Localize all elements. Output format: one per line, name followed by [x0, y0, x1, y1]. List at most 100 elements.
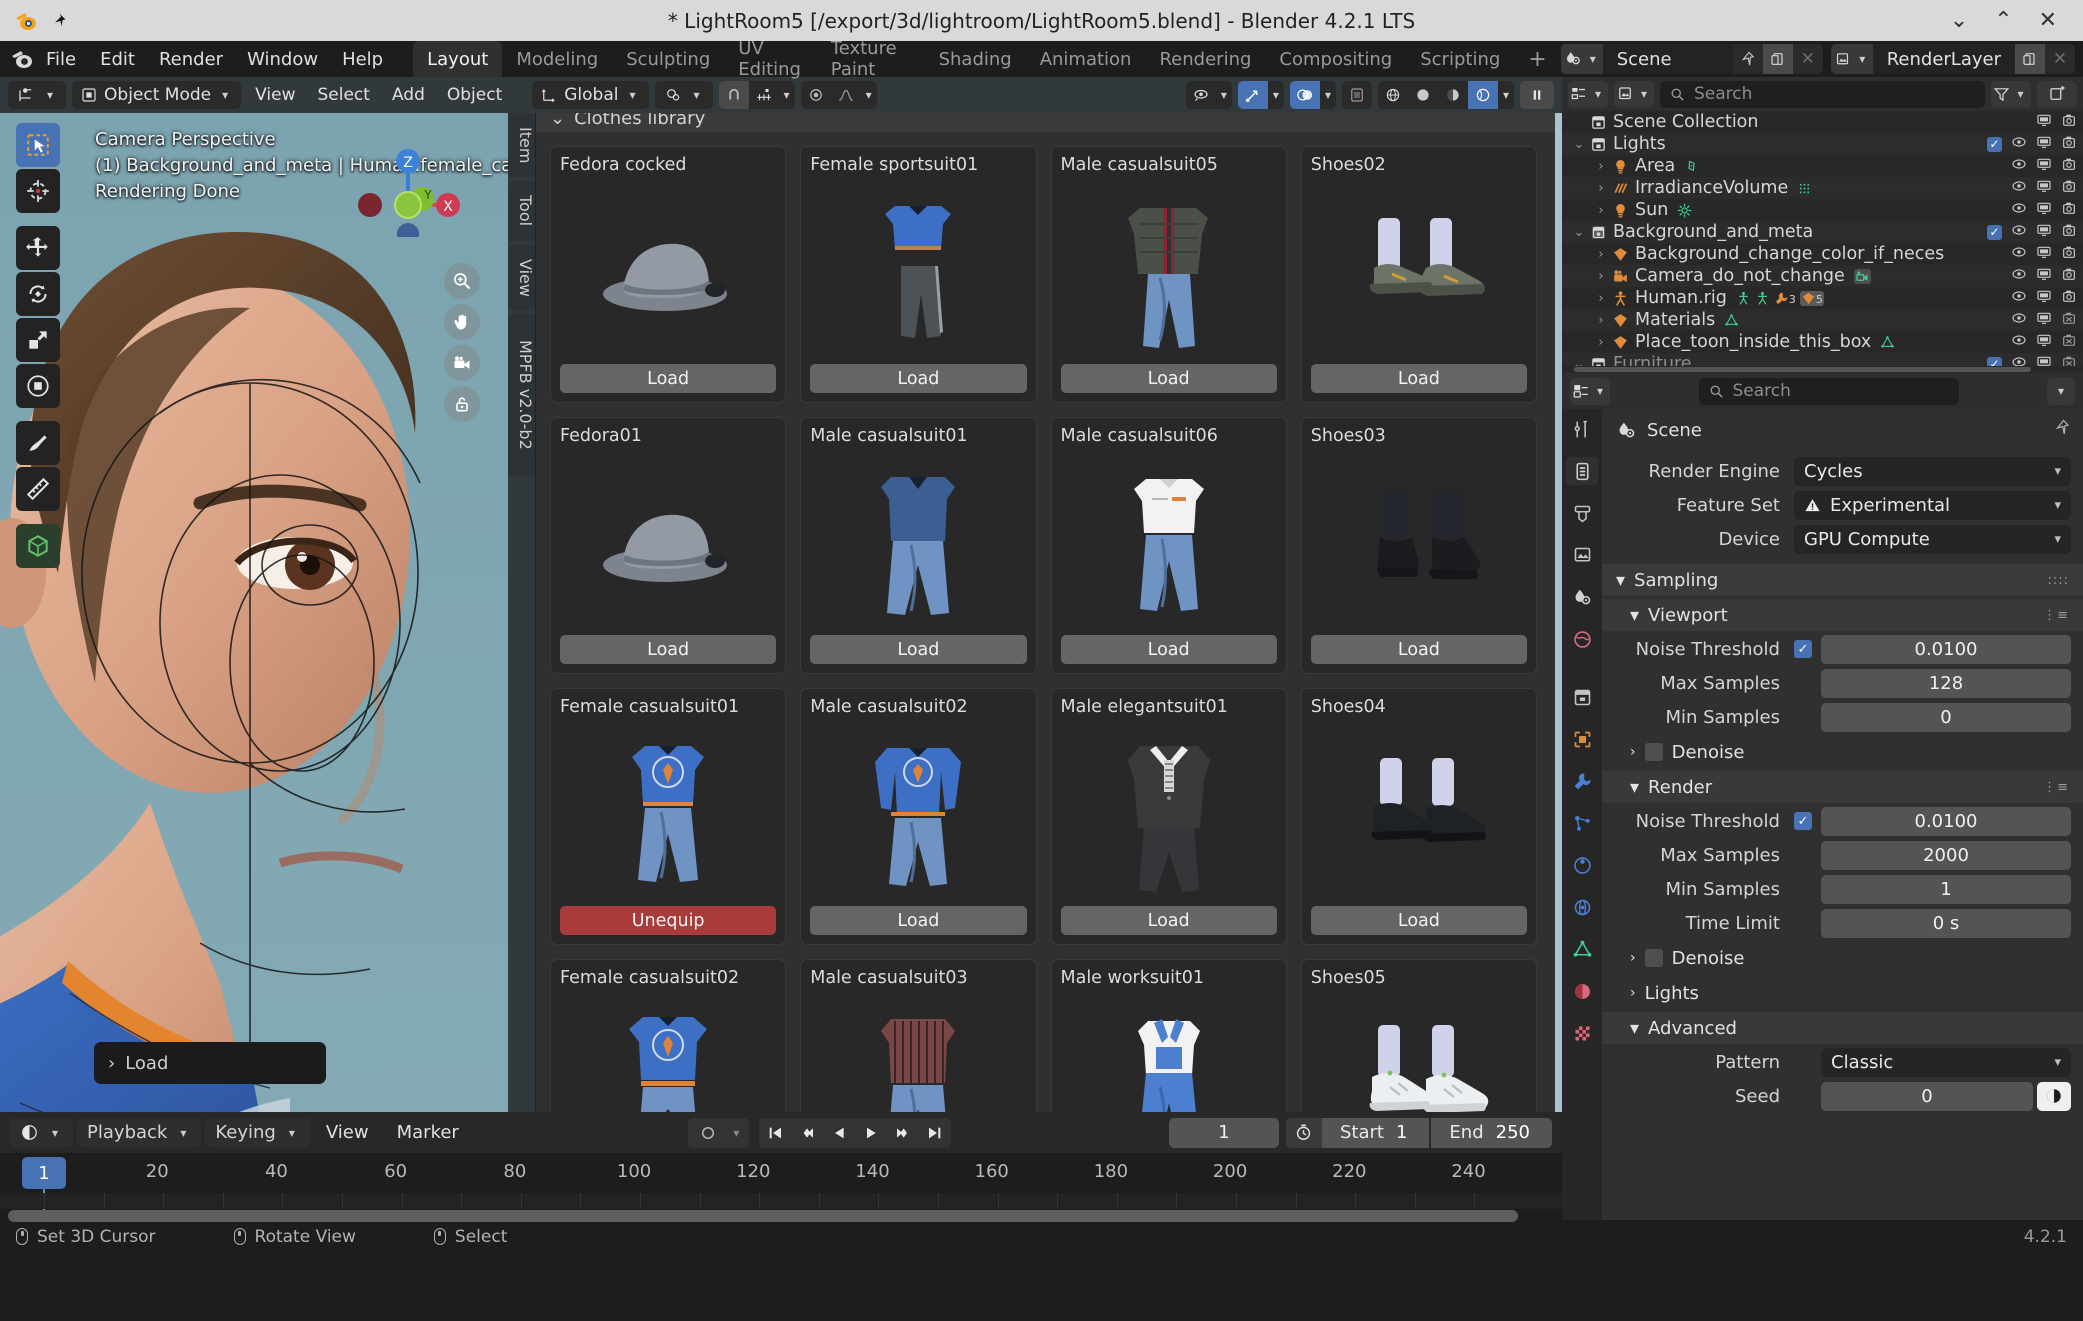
clothes-item-unequip-button[interactable]: Unequip — [560, 906, 777, 935]
tab-world-properties[interactable] — [1566, 625, 1598, 653]
perspective-lock-icon[interactable] — [444, 386, 480, 422]
outliner-disclosure-arrow[interactable]: › — [1592, 269, 1610, 284]
hide-viewport-eye-icon[interactable] — [2011, 244, 2027, 265]
disable-in-viewports-icon[interactable] — [2036, 288, 2052, 309]
disable-in-viewports-icon[interactable] — [2036, 266, 2052, 287]
tab-constraint-properties[interactable] — [1566, 893, 1598, 921]
outliner-filter-icon[interactable]: ▾ — [1991, 80, 2031, 108]
scene-selector[interactable]: ▾ Scene ✕ — [1560, 44, 1823, 74]
device-dropdown[interactable]: GPU Compute ▾ — [1794, 524, 2071, 554]
outliner-search-input[interactable]: Search — [1660, 80, 1985, 108]
outliner-exclude-checkbox[interactable]: ✓ — [1987, 224, 2002, 240]
outliner-display-mode-icon[interactable]: ▾ — [1614, 80, 1654, 108]
outliner-row[interactable]: › Background_change_color_if_neces — [1562, 243, 2083, 265]
disable-in-viewports-icon[interactable] — [2036, 156, 2052, 177]
outliner-row[interactable]: ⌄ Lights ✓ — [1562, 133, 2083, 155]
timeline-track[interactable] — [0, 1193, 1562, 1209]
tab-material-properties[interactable] — [1566, 977, 1598, 1005]
current-frame-field[interactable]: 1 — [1168, 1117, 1279, 1148]
outliner-disclosure-arrow[interactable]: › — [1592, 291, 1610, 306]
feature-set-dropdown[interactable]: Experimental ▾ — [1794, 490, 2071, 520]
vertical-splitter[interactable] — [1555, 113, 1562, 1112]
rendered-shading-icon[interactable] — [1467, 81, 1498, 109]
npanel-tab-tool[interactable]: Tool — [508, 181, 535, 241]
tab-object-properties[interactable] — [1566, 725, 1598, 753]
disable-in-viewports-icon[interactable] — [2036, 178, 2052, 199]
viewport-max-samples-value[interactable]: 128 — [1821, 668, 2071, 698]
properties-search-input[interactable]: Search — [1698, 377, 1959, 405]
editor-type-selector[interactable]: ▾ — [8, 81, 67, 109]
use-preview-range-icon[interactable] — [1285, 1117, 1322, 1148]
outliner-horizontal-scrollbar[interactable] — [1574, 367, 2031, 372]
hide-viewport-eye-icon[interactable] — [2011, 134, 2027, 155]
disable-in-viewports-icon[interactable] — [2036, 200, 2052, 221]
disable-in-renders-icon[interactable] — [2061, 266, 2077, 287]
overlays-icon[interactable] — [1289, 81, 1320, 109]
disable-in-renders-icon[interactable] — [2061, 332, 2077, 353]
snap-pivot-selector[interactable]: ▾ — [654, 81, 713, 109]
tool-select-box[interactable] — [16, 123, 60, 167]
timeline-ruler[interactable]: 20 40 60 80 100 120 140 160 180 200 220 240 1 — [0, 1153, 1562, 1225]
viewport-noise-threshold-value[interactable]: 0.0100 — [1821, 634, 2071, 664]
outliner-row[interactable]: ⌄ Furniture ✓ — [1562, 353, 2083, 366]
clothes-item-load-button[interactable]: Load — [1310, 906, 1527, 935]
timeline-horizontal-scrollbar[interactable] — [8, 1210, 1518, 1222]
disable-in-viewports-icon[interactable] — [2036, 332, 2052, 353]
outliner-row[interactable]: › Sun — [1562, 199, 2083, 221]
disable-in-renders-icon[interactable] — [2061, 310, 2077, 331]
outliner-editor-type-icon[interactable]: ▾ — [1568, 80, 1608, 108]
menu-help[interactable]: Help — [330, 45, 395, 74]
operator-panel-load[interactable]: › Load — [94, 1042, 326, 1084]
outliner-disclosure-arrow[interactable]: ⌄ — [1570, 137, 1588, 152]
timeline-editor-type[interactable]: ▾ — [10, 1118, 74, 1147]
clothes-item-load-button[interactable]: Load — [560, 364, 777, 393]
clothes-item-load-button[interactable]: Load — [1310, 364, 1527, 393]
outliner-exclude-checkbox[interactable]: ✓ — [1987, 356, 2002, 366]
properties-editor-type-icon[interactable]: ▾ — [1570, 377, 1610, 405]
wireframe-shading-icon[interactable] — [1378, 81, 1408, 109]
clothes-item-load-button[interactable]: Load — [1060, 635, 1277, 664]
tab-collection-properties[interactable] — [1566, 683, 1598, 711]
npanel-tab-mpfb[interactable]: MPFB v2.0-b2 — [508, 314, 535, 477]
frame-end-value[interactable]: 250 — [1496, 1122, 1552, 1143]
render-engine-dropdown[interactable]: Cycles ▾ — [1794, 456, 2071, 486]
outliner-disclosure-arrow[interactable]: › — [1592, 181, 1610, 196]
outliner-disclosure-arrow[interactable]: › — [1592, 247, 1610, 262]
tab-particle-properties[interactable] — [1566, 809, 1598, 837]
outliner-disclosure-arrow[interactable]: ⌄ — [1570, 225, 1588, 240]
disable-in-renders-icon[interactable] — [2061, 178, 2077, 199]
hide-viewport-eye-icon[interactable] — [2011, 266, 2027, 287]
viewport-min-samples-value[interactable]: 0 — [1821, 702, 2071, 732]
timeline-marker-menu[interactable]: Marker — [385, 1118, 471, 1147]
tab-view-layer-properties[interactable] — [1566, 541, 1598, 569]
drag-dots-icon[interactable]: :::: — [2047, 573, 2069, 588]
disable-in-viewports-icon[interactable] — [2036, 310, 2052, 331]
npanel-tab-view[interactable]: View — [508, 244, 535, 311]
render-section-header[interactable]: ▾ Render ⋮≡ — [1602, 771, 2083, 803]
render-time-limit-value[interactable]: 0 s — [1821, 908, 2071, 938]
next-keyframe-button[interactable] — [887, 1118, 919, 1148]
tool-annotate[interactable] — [16, 421, 60, 465]
seed-animate-icon[interactable] — [2037, 1081, 2071, 1111]
tab-output-properties[interactable] — [1566, 499, 1598, 527]
view-layer-unlink-button[interactable]: ✕ — [2045, 44, 2075, 74]
outliner-row[interactable]: Scene Collection — [1562, 111, 2083, 133]
viewport-noise-threshold-checkbox[interactable]: ✓ — [1794, 640, 1812, 658]
npanel-tab-item[interactable]: Item — [508, 113, 535, 178]
jump-to-start-button[interactable] — [759, 1118, 791, 1148]
object-visibility-icon[interactable] — [1186, 81, 1216, 109]
outliner-disclosure-arrow[interactable]: ⌄ — [1570, 357, 1588, 367]
advanced-section-header[interactable]: ▾ Advanced — [1602, 1012, 2083, 1044]
sampling-section-header[interactable]: ▾ Sampling :::: — [1602, 564, 2083, 596]
tab-rendering[interactable]: Rendering — [1145, 41, 1265, 77]
hide-viewport-eye-icon[interactable] — [2011, 288, 2027, 309]
close-button[interactable]: ✕ — [2039, 8, 2057, 33]
timeline-view-menu[interactable]: View — [314, 1118, 381, 1147]
viewport-menu-object[interactable]: Object — [439, 81, 510, 109]
disable-in-renders-icon[interactable] — [2061, 134, 2077, 155]
tab-uv-editing[interactable]: UV Editing — [724, 38, 817, 80]
outliner-row[interactable]: › Camera_do_not_change — [1562, 265, 2083, 287]
hide-viewport-eye-icon[interactable] — [2011, 222, 2027, 243]
material-preview-icon[interactable] — [1438, 81, 1468, 109]
disable-in-viewports-icon[interactable] — [2036, 134, 2052, 155]
